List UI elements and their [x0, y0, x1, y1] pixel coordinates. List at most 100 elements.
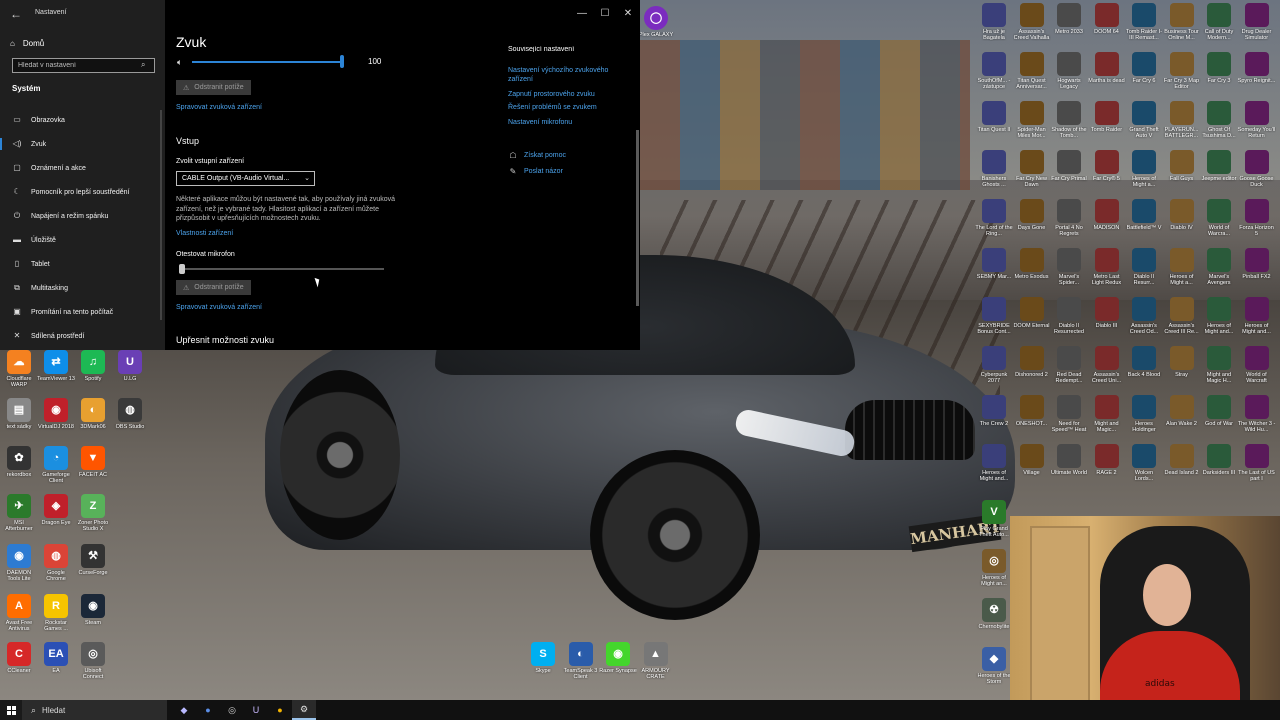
desktop-icon-right-1[interactable]: Hra už je Bagatela [975, 3, 1013, 41]
desktop-icon-right-72[interactable]: The Witcher 3 - Wild Hu... [1238, 395, 1276, 433]
desktop-icon-right-35[interactable]: Portal 4 No Regrets [1050, 199, 1088, 237]
desktop-icon-right-13[interactable]: Far Cry 6 [1125, 52, 1163, 90]
sidebar-item-9[interactable]: ▣ Promítání na tento počítač [0, 300, 165, 324]
desktop-icon-right-extra-2[interactable]: ◎ Heroes of Might an... [975, 549, 1013, 587]
sidebar-item-1[interactable]: ▭ Obrazovka [0, 108, 165, 132]
related-link-default-device[interactable]: Nastavení výchozího zvukového zařízení [508, 66, 623, 84]
desktop-icon-left-14[interactable]: Z Zoner Photo Studio X [74, 494, 112, 532]
manage-input-devices-link[interactable]: Spravovat zvuková zařízení [176, 304, 262, 311]
desktop-icon-bottom-2[interactable]: ◐ TeamSpeak 3 Client [562, 642, 600, 680]
device-properties-link[interactable]: Vlastnosti zařízení [176, 230, 233, 237]
desktop-icon-right-14[interactable]: Far Cry 3 Map Editor [1163, 52, 1201, 90]
home-link[interactable]: ⌂ Domů [10, 35, 44, 51]
desktop-icon-left-10[interactable]: ◔ Gameforge Client [37, 446, 75, 484]
desktop-icon-right-42[interactable]: Metro Exodus [1013, 248, 1051, 286]
desktop-icon-right-22[interactable]: PLAYERUN... BATTLEGR... [1163, 101, 1201, 139]
desktop-icon-right-78[interactable]: Dead Island 2 [1163, 444, 1201, 482]
desktop-icon-right-19[interactable]: Shadow of the Tomb... [1050, 101, 1088, 139]
desktop-icon-left-22[interactable]: EA EA [37, 642, 75, 680]
desktop-icon-right-20[interactable]: Tomb Raider [1088, 101, 1126, 139]
input-device-select[interactable]: CABLE Output (VB-Audio Virtual... ⌄ [176, 171, 315, 186]
sidebar-item-10[interactable]: ✕ Sdílená prostředí [0, 324, 165, 348]
desktop-icon-right-8[interactable]: Drug Dealer Simulator [1238, 3, 1276, 41]
desktop-icon-right-23[interactable]: Ghost Of Tsushima D... [1200, 101, 1238, 139]
desktop-icon-left-12[interactable]: ✈ MSI Afterburner [0, 494, 38, 532]
desktop-icon-right-39[interactable]: World of Warcra... [1200, 199, 1238, 237]
desktop-icon-bottom-4[interactable]: ▲ ARMOURY CRATE [637, 642, 675, 680]
troubleshoot-output-button[interactable]: ⚠ Odstranit potíže [176, 80, 251, 95]
desktop-icon-right-80[interactable]: The Last of US part I [1238, 444, 1276, 482]
desktop-icon-right-43[interactable]: Marvel's Spider... [1050, 248, 1088, 286]
desktop-icon-right-65[interactable]: The Crew 2 [975, 395, 1013, 433]
taskbar-app-3[interactable]: ◎ [220, 700, 244, 720]
sidebar-item-4[interactable]: ☾ Pomocník pro lepší soustředění [0, 180, 165, 204]
main-scrollbar[interactable] [636, 130, 639, 306]
desktop-icon-left-9[interactable]: ✿ rekordbox [0, 446, 38, 484]
desktop-icon-right-57[interactable]: Cyberpunk 2077 [975, 346, 1013, 384]
start-button[interactable] [0, 700, 22, 720]
desktop-icon-right-31[interactable]: Jeepme editor [1200, 150, 1238, 188]
desktop-icon-right-28[interactable]: Far Cry® 5 [1088, 150, 1126, 188]
desktop-icon-right-71[interactable]: God of War [1200, 395, 1238, 433]
desktop-icon-right-73[interactable]: Heroes of Might and... [975, 444, 1013, 482]
desktop-icon-right-7[interactable]: Call of Duty Modern... [1200, 3, 1238, 41]
desktop-icon-right-11[interactable]: Hogwarts Legacy [1050, 52, 1088, 90]
desktop-icon-right-29[interactable]: Heroes of Might a... [1125, 150, 1163, 188]
desktop-icon-right-33[interactable]: The Lord of the Ring... [975, 199, 1013, 237]
desktop-icon-left-1[interactable]: ☁ Cloudflare WARP [0, 350, 38, 388]
desktop-icon-right-6[interactable]: Business Tour Online M... [1163, 3, 1201, 41]
desktop-icon-right-17[interactable]: Titan Quest II [975, 101, 1013, 139]
desktop-icon-left-8[interactable]: ◍ OBS Studio [111, 398, 149, 436]
desktop-icon-right-79[interactable]: Darksiders III [1200, 444, 1238, 482]
desktop-icon-right-58[interactable]: Dishonored 2 [1013, 346, 1051, 384]
desktop-icon-right-61[interactable]: Back 4 Blood [1125, 346, 1163, 384]
desktop-icon-right-34[interactable]: Days Gone [1013, 199, 1051, 237]
desktop-icon-right-27[interactable]: Far Cry Primal [1050, 150, 1088, 188]
desktop-icon-left-11[interactable]: ▼ FACEIT AC [74, 446, 112, 484]
desktop-icon-right-49[interactable]: SEXYBRIDE Bonus Cont... [975, 297, 1013, 335]
desktop-icon-right-54[interactable]: Assassin's Creed III Re... [1163, 297, 1201, 335]
desktop-icon-right-30[interactable]: Fall Guys [1163, 150, 1201, 188]
desktop-icon-right-50[interactable]: DOOM Eternal [1013, 297, 1051, 335]
back-arrow-icon[interactable]: ← [8, 6, 24, 22]
desktop-icon-right-10[interactable]: Titan Quest Anniversar... [1013, 52, 1051, 90]
desktop-icon-right-12[interactable]: Martha is dead [1088, 52, 1126, 90]
taskbar-app-settings[interactable]: ⚙ [292, 700, 316, 720]
sidebar-item-8[interactable]: ⧉ Multitasking [0, 276, 165, 300]
related-link-microphone[interactable]: Nastavení mikrofonu [508, 118, 623, 127]
desktop-icon-right-52[interactable]: Diablo III [1088, 297, 1126, 335]
desktop-icon-right-4[interactable]: DOOM 64 [1088, 3, 1126, 41]
desktop-icon-right-extra-1[interactable]: V Play Grand Theft Auto... [975, 500, 1013, 538]
desktop-icon-right-38[interactable]: Diablo IV [1163, 199, 1201, 237]
desktop-icon-left-23[interactable]: ◎ Ubisoft Connect [74, 642, 112, 680]
feedback-link[interactable]: ✎ Poslat názor [508, 167, 563, 176]
taskbar-app-1[interactable]: ◆ [172, 700, 196, 720]
desktop-icon-right-67[interactable]: Need for Speed™ Heat [1050, 395, 1088, 433]
sidebar-item-5[interactable]: ⏻ Napájení a režim spánku [0, 204, 165, 228]
desktop-icon-right-53[interactable]: Assassin's Creed Od... [1125, 297, 1163, 335]
desktop-icon-left-7[interactable]: ◐ 3DMark06 [74, 398, 112, 436]
desktop-icon-right-15[interactable]: Far Cry 3 [1200, 52, 1238, 90]
sidebar-item-2[interactable]: ◁) Zvuk [0, 132, 165, 156]
desktop-icon-right-66[interactable]: ONESHOT... [1013, 395, 1051, 433]
manage-output-devices-link[interactable]: Spravovat zvuková zařízení [176, 104, 262, 111]
taskbar-search[interactable]: ⌕ [22, 700, 167, 720]
desktop-icon-right-69[interactable]: Heroes Holdinger [1125, 395, 1163, 433]
desktop-icon-right-45[interactable]: Diablo II Resurr... [1125, 248, 1163, 286]
desktop-icon-right-41[interactable]: SEBMY Mar... [975, 248, 1013, 286]
desktop-icon-left-18[interactable]: A Avast Free Antivirus [0, 594, 38, 632]
desktop-icon-right-46[interactable]: Heroes of Might a... [1163, 248, 1201, 286]
desktop-icon-left-15[interactable]: ◉ DAEMON Tools Lite [0, 544, 38, 582]
desktop-icon-right-75[interactable]: Ultimate World [1050, 444, 1088, 482]
desktop-icon-left-6[interactable]: ◉ VirtualDJ 2018 [37, 398, 75, 436]
sidebar-scrollbar[interactable] [160, 110, 162, 320]
desktop-icon-right-32[interactable]: Goose Goose Duck [1238, 150, 1276, 188]
desktop-icon-right-56[interactable]: Heroes of Might and... [1238, 297, 1276, 335]
desktop-icon-right-68[interactable]: Might and Magic... [1088, 395, 1126, 433]
desktop-icon-right-77[interactable]: Wolcen Lords... [1125, 444, 1163, 482]
desktop-icon-right-70[interactable]: Alan Wake 2 [1163, 395, 1201, 433]
desktop-icon-right-26[interactable]: Far Cry New Dawn [1013, 150, 1051, 188]
desktop-icon-right-59[interactable]: Red Dead Redempt... [1050, 346, 1088, 384]
desktop-icon-right-40[interactable]: Forza Horizon 5 [1238, 199, 1276, 237]
desktop-icon-right-55[interactable]: Heroes of Might and... [1200, 297, 1238, 335]
